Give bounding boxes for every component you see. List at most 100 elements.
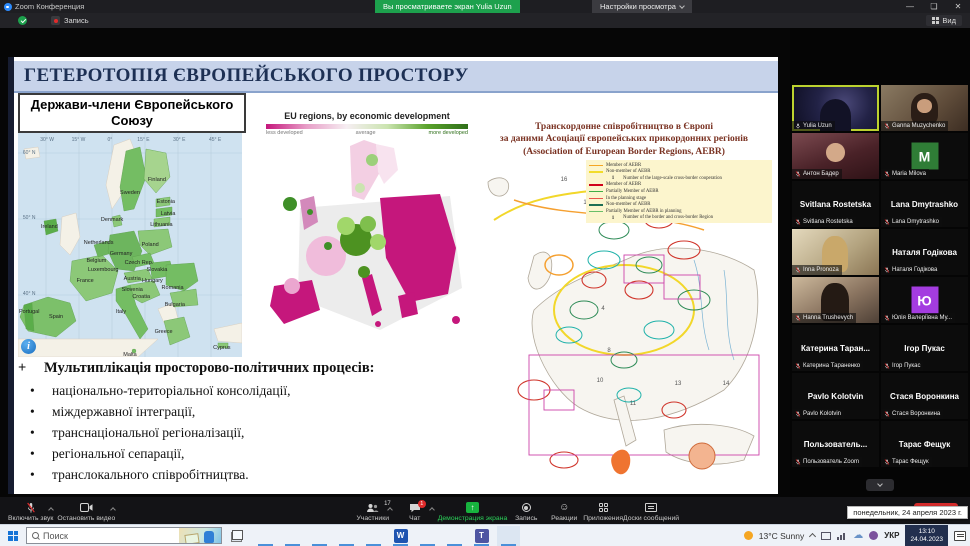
share-screen-button[interactable]: Демонстрация экрана	[438, 500, 507, 522]
weather-sun-icon[interactable]	[744, 531, 753, 540]
map-grid-label: 15° E	[137, 137, 149, 143]
participant-tile-taras-feshchuk[interactable]: Тарас Фещук Тарас Фещук	[881, 421, 968, 467]
search-decoration-image	[179, 528, 221, 543]
info-icon[interactable]: i	[21, 339, 36, 354]
taskbar-mail-icon[interactable]	[308, 526, 331, 546]
stop-video-button[interactable]: Остановить видео	[57, 500, 115, 522]
mic-muted-icon	[795, 458, 801, 466]
map-grid-label: 60° N	[23, 150, 36, 156]
chevron-down-icon	[679, 3, 685, 9]
map-region-number: 4	[601, 306, 604, 312]
viber-tray-icon[interactable]	[869, 531, 878, 540]
taskbar-telegram-icon[interactable]	[443, 526, 466, 546]
window-controls	[898, 0, 970, 13]
map-region-number: 14	[723, 381, 730, 387]
mic-muted-icon	[795, 170, 801, 178]
device-icon[interactable]	[821, 532, 831, 540]
taskbar-chrome-icon[interactable]	[281, 526, 304, 546]
taskbar-viber-icon[interactable]	[362, 526, 385, 546]
slide-title-banner: ГЕТЕРОТОПІЯ ЄВРОПЕЙСЬКОГО ПРОСТОРУ	[14, 61, 778, 93]
zoom-meeting-window: Zoom Конференция Вы просматриваете экран…	[0, 0, 970, 546]
taskbar-edge-icon[interactable]	[254, 526, 277, 546]
participant-label: Тарас Фещук	[881, 457, 932, 467]
participant-tile-yulia-uzun[interactable]: Yulia Uzun	[792, 85, 879, 131]
view-settings-button[interactable]: Настройки просмотра	[592, 0, 692, 13]
close-button[interactable]	[946, 0, 970, 13]
language-indicator[interactable]: УКР	[884, 531, 899, 540]
network-icon[interactable]	[837, 532, 847, 540]
legend-row: 1 Number of the large-scale cross-border…	[589, 175, 769, 182]
legend-line-swatch	[589, 191, 603, 193]
participant-tile-inna-pronoza[interactable]: Inna Pronoza	[792, 229, 879, 275]
view-button[interactable]: Вид	[926, 15, 962, 26]
participant-tile-hanna-trushevych[interactable]: Hanna Trushevych	[792, 277, 879, 323]
legend-less-developed: less developed	[266, 130, 303, 136]
map2-title: EU regions, by economic development	[260, 111, 474, 121]
recording-label: Запись	[64, 16, 89, 25]
participant-tile-lana-dmytrashko[interactable]: Lana Dmytrashko Lana Dmytrashko	[881, 181, 968, 227]
participant-tile-pavlo-kolotvin[interactable]: Pavlo Kolotvin Pavlo Kolotvin	[792, 373, 879, 419]
bullet-item: • транслокального співробітництва.	[30, 467, 480, 483]
reactions-label: Реакции	[551, 515, 577, 522]
taskbar-explorer-icon[interactable]	[416, 526, 439, 546]
mic-muted-icon	[795, 122, 801, 130]
onedrive-cloud-icon[interactable]	[853, 531, 863, 541]
whiteboard-button[interactable]: Доски сообщений	[623, 500, 679, 522]
bullet-item-text: транснаціональної регіоналізації,	[52, 425, 480, 441]
unmute-button[interactable]: Включить звук	[8, 500, 53, 522]
map2-graphic	[260, 138, 474, 338]
action-center-icon[interactable]	[954, 531, 966, 541]
whiteboard-label: Доски сообщений	[623, 515, 679, 522]
participant-tile-natalia-godikova[interactable]: Наталя Годікова Наталя Годікова	[881, 229, 968, 275]
legend-label: In the planning stage	[606, 196, 646, 201]
legend-row: Non-member of AEBR	[589, 169, 769, 176]
search-placeholder: Поиск	[43, 531, 68, 541]
weather-text[interactable]: 13°C Sunny	[759, 531, 804, 541]
participant-tile-zoom-user[interactable]: Пользователь... Пользователь Zoom	[792, 421, 879, 467]
chat-label: Чат	[409, 515, 420, 522]
participant-label: Lana Dmytrashko	[881, 217, 942, 227]
participants-icon	[366, 502, 379, 514]
maximize-button[interactable]	[922, 0, 946, 13]
participant-tile-yulia-valeriivna[interactable]: Ю Юлія Валеріївна Му...	[881, 277, 968, 323]
participant-tile-igor-pukas[interactable]: Ігор Пукас Ігор Пукас	[881, 325, 968, 371]
map-country-label: Bulgaria	[165, 302, 185, 308]
taskbar-word-icon[interactable]: W	[389, 526, 412, 546]
reactions-button[interactable]: Реакции	[545, 500, 583, 522]
task-view-icon[interactable]	[231, 530, 243, 541]
bullet-items: • національно-територіальної консолідаці…	[18, 383, 480, 483]
participants-button[interactable]: 17 Участники	[354, 500, 392, 522]
windows-logo-icon	[8, 531, 18, 541]
camera-icon	[80, 502, 93, 514]
taskbar-teams-icon[interactable]: T	[470, 526, 493, 546]
map-grid-label: 40° N	[23, 291, 36, 297]
scrollbar[interactable]	[770, 253, 772, 279]
search-input[interactable]: Поиск	[26, 527, 222, 544]
bullet-marker: •	[30, 383, 52, 399]
map3-title-line3: (Association of European Border Regions,…	[523, 147, 725, 157]
participant-label-text: Антон Бадер	[803, 171, 839, 177]
participant-tile-anton-bader[interactable]: Антон Бадер	[792, 133, 879, 179]
start-button[interactable]	[0, 531, 26, 541]
clock[interactable]: 13:10 24.04.2023	[905, 525, 948, 546]
map-country-label: Cyprus	[213, 345, 230, 351]
legend-label: Partially Member of AEBR	[606, 189, 659, 194]
taskbar-zoom-icon[interactable]	[497, 526, 520, 546]
apps-button[interactable]: Приложения	[583, 500, 623, 522]
taskbar-wechat-icon[interactable]	[335, 526, 358, 546]
minimize-button[interactable]	[898, 0, 922, 13]
participant-tile-maria-milova[interactable]: M Maria Milova	[881, 133, 968, 179]
participant-label: Юлія Валеріївна Му...	[881, 313, 955, 323]
hidden-icons-chevron[interactable]	[809, 533, 816, 540]
participant-tile-stasia-voronkina[interactable]: Стася Воронкина Стася Воронкина	[881, 373, 968, 419]
mic-muted-icon	[795, 362, 801, 370]
participant-tile-ganna-muzychenko[interactable]: Ganna Muzychenko	[881, 85, 968, 131]
participant-tile-kateryna-taranenko[interactable]: Катерина Таран... Катерина Тараненко	[792, 325, 879, 371]
encryption-shield-icon[interactable]	[18, 16, 27, 25]
map-grid-label: 50° N	[23, 215, 36, 221]
taskbar-app-icons: WT	[252, 526, 522, 546]
participant-tile-svitlana-rostetska[interactable]: Svitlana Rostetska Svitlana Rostetska	[792, 181, 879, 227]
chat-button[interactable]: 1 Чат	[396, 500, 434, 522]
more-participants-button[interactable]	[866, 479, 894, 491]
record-button[interactable]: Запись	[507, 500, 545, 522]
